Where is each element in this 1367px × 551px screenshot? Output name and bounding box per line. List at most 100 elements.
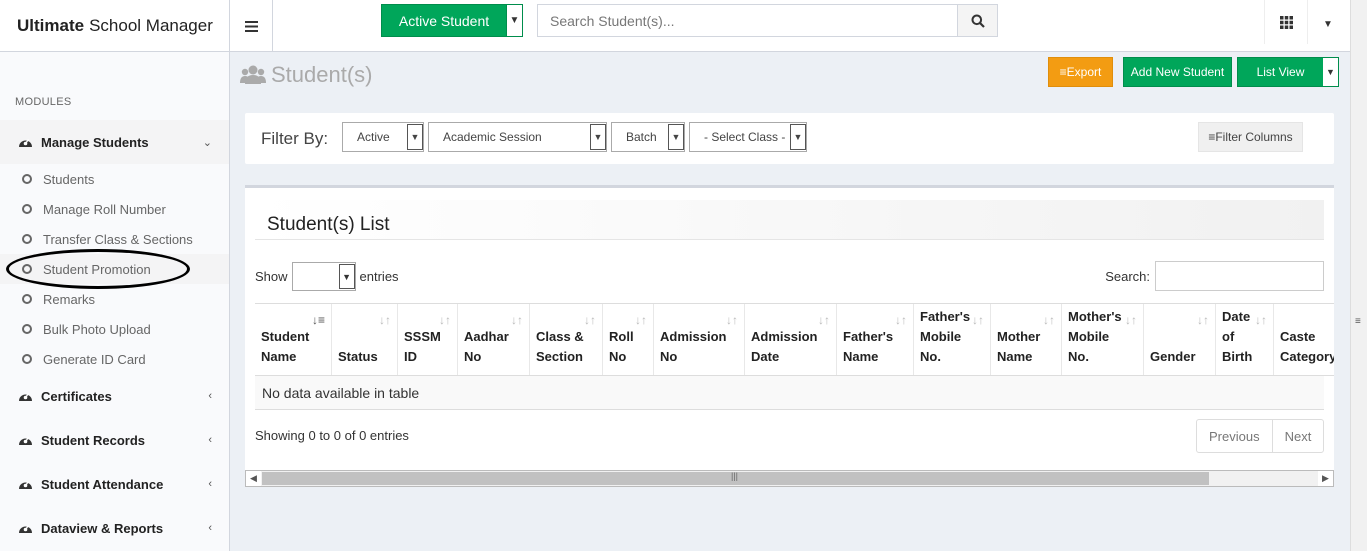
scroll-right-icon[interactable]: ▶: [1318, 471, 1333, 486]
add-new-label: Add New Student: [1130, 65, 1225, 79]
grid-icon: [1279, 15, 1293, 29]
column-header-mother-name[interactable]: Mother Name ↓↑: [991, 304, 1062, 375]
apps-grid-button[interactable]: [1264, 0, 1308, 44]
column-header-aadhar-no[interactable]: Aadhar No ↓↑: [458, 304, 530, 375]
column-header-admission-date[interactable]: Admission Date ↓↑: [745, 304, 837, 375]
table-horizontal-scrollbar[interactable]: ◀ ||| ▶: [245, 470, 1334, 487]
brand-rest: School Manager: [89, 16, 213, 35]
sidebar-item-student-attendance[interactable]: Student Attendance ‹: [0, 462, 229, 506]
column-header-father-mobile[interactable]: Father's Mobile No. ↓↑: [914, 304, 991, 375]
filter-by-label: Filter By:: [261, 129, 329, 148]
page-length-select[interactable]: ▼: [291, 262, 356, 291]
page-title-text: Student(s): [271, 62, 373, 87]
active-student-label: Active Student: [398, 12, 490, 29]
student-search-input[interactable]: [538, 5, 957, 36]
scroll-grip-icon: |||: [731, 471, 739, 481]
column-header-caste-category[interactable]: Caste Category: [1274, 304, 1334, 375]
column-header-gender[interactable]: Gender ↓↑: [1144, 304, 1216, 375]
list-view-dropdown[interactable]: List View ▼: [1237, 57, 1339, 87]
column-header-label: Aadhar No: [464, 329, 509, 364]
sidebar-subitem-generate-id-card[interactable]: Generate ID Card: [0, 344, 229, 374]
sort-icon: ↓↑: [1255, 313, 1267, 327]
chevron-down-icon[interactable]: ▼: [1323, 58, 1338, 86]
add-new-student-button[interactable]: Add New Student: [1123, 57, 1232, 87]
dashboard-icon: [18, 135, 34, 149]
column-header-student-name[interactable]: Student Name ↓≡: [255, 304, 332, 375]
chevron-down-icon: ▼: [668, 124, 684, 150]
student-search-box: [537, 4, 998, 37]
batch-select[interactable]: Batch ▼: [611, 122, 685, 152]
sidebar-item-certificates[interactable]: Certificates ‹: [0, 374, 229, 418]
column-header-label: Caste Category: [1280, 329, 1334, 364]
academic-session-select[interactable]: Academic Session ▼: [428, 122, 607, 152]
sort-icon: ↓↑: [635, 313, 647, 327]
chevron-down-icon[interactable]: ▼: [506, 5, 522, 36]
column-header-class-section[interactable]: Class & Section ↓↑: [530, 304, 603, 375]
sidebar-item-manage-students[interactable]: Manage Students ⌄: [0, 120, 229, 164]
dashboard-icon: [18, 433, 34, 447]
brand-logo[interactable]: Ultimate School Manager: [0, 0, 230, 52]
chevron-down-icon: ▼: [590, 124, 606, 150]
column-header-sssm-id[interactable]: SSSM ID ↓↑: [398, 304, 458, 375]
table-info-text: Showing 0 to 0 of 0 entries: [255, 428, 409, 443]
export-button[interactable]: ≡ Export: [1048, 57, 1113, 87]
circle-icon: [22, 174, 32, 184]
sidebar-subitem-students[interactable]: Students: [0, 164, 229, 194]
column-header-label: Status: [338, 349, 378, 364]
user-menu-caret-icon[interactable]: ▼: [1318, 14, 1338, 34]
sidebar-subitem-transfer-class[interactable]: Transfer Class & Sections: [0, 224, 229, 254]
chevron-down-icon: ▼: [407, 124, 423, 150]
column-header-label: SSSM ID: [404, 329, 441, 364]
sidebar-subitem-label: Remarks: [43, 291, 96, 307]
sidebar-subitem-student-promotion[interactable]: Student Promotion: [0, 254, 229, 284]
dashboard-icon: [18, 477, 34, 491]
dashboard-icon: [18, 521, 34, 535]
column-header-status[interactable]: Status ↓↑: [332, 304, 398, 375]
sort-icon: ↓↑: [379, 313, 391, 327]
sidebar-item-dataview-reports[interactable]: Dataview & Reports ‹: [0, 506, 229, 550]
sort-icon: ↓↑: [511, 313, 523, 327]
sidebar: MODULES Manage Students ⌄ Students Manag…: [0, 52, 230, 551]
search-button[interactable]: [957, 5, 997, 36]
page-length-control: Show ▼ entries: [255, 262, 399, 291]
status-select[interactable]: Active ▼: [342, 122, 424, 152]
brand-bold: Ultimate: [17, 16, 85, 35]
table-search-input[interactable]: [1155, 261, 1324, 291]
column-header-label: Father's Name: [843, 329, 894, 364]
chevron-down-icon: ▼: [338, 264, 355, 289]
active-student-dropdown[interactable]: Active Student ▼: [381, 4, 523, 37]
table-search-label: Search:: [1105, 268, 1150, 284]
scroll-left-icon[interactable]: ◀: [246, 471, 261, 486]
class-select[interactable]: - Select Class - ▼: [689, 122, 807, 152]
sidebar-toggle-button[interactable]: [230, 0, 273, 52]
column-header-roll-no[interactable]: Roll No ↓↑: [603, 304, 654, 375]
sidebar-subitem-label: Transfer Class & Sections: [43, 231, 193, 247]
next-page-button[interactable]: Next: [1271, 420, 1324, 452]
sidebar-item-label: Certificates: [41, 388, 112, 404]
sort-icon: ↓↑: [439, 313, 451, 327]
sidebar-subitem-bulk-photo-upload[interactable]: Bulk Photo Upload: [0, 314, 229, 344]
column-header-father-name[interactable]: Father's Name ↓↑: [837, 304, 914, 375]
filter-columns-button[interactable]: ≡ Filter Columns: [1198, 122, 1303, 152]
sidebar-subitem-manage-roll-number[interactable]: Manage Roll Number: [0, 194, 229, 224]
sidebar-subitem-label: Manage Roll Number: [43, 201, 166, 217]
circle-icon: [22, 294, 32, 304]
top-header: Ultimate School Manager Active Student ▼…: [0, 0, 1350, 52]
column-header-mother-mobile[interactable]: Mother's Mobile No. ↓↑: [1062, 304, 1144, 375]
column-header-admission-no[interactable]: Admission No ↓↑: [654, 304, 745, 375]
students-list-panel: Student(s) List Show ▼ entries Search: S…: [245, 185, 1334, 487]
column-header-label: Class & Section: [536, 329, 584, 364]
column-header-label: Student Name: [261, 329, 310, 364]
class-select-value: - Select Class -: [704, 130, 786, 144]
sidebar-item-label: Dataview & Reports: [41, 520, 164, 536]
page-scrollbar[interactable]: ≡: [1350, 0, 1367, 551]
sidebar-subitem-remarks[interactable]: Remarks: [0, 284, 229, 314]
list-icon: ≡: [1059, 65, 1067, 79]
previous-page-button[interactable]: Previous: [1197, 420, 1272, 452]
sidebar-item-student-records[interactable]: Student Records ‹: [0, 418, 229, 462]
column-header-label: Roll No: [609, 329, 634, 364]
column-header-date-of-birth[interactable]: Date of Birth ↓↑: [1216, 304, 1274, 375]
users-icon: [240, 65, 266, 84]
modules-heading: MODULES: [15, 96, 72, 108]
pagination: Previous Next: [1196, 419, 1325, 453]
